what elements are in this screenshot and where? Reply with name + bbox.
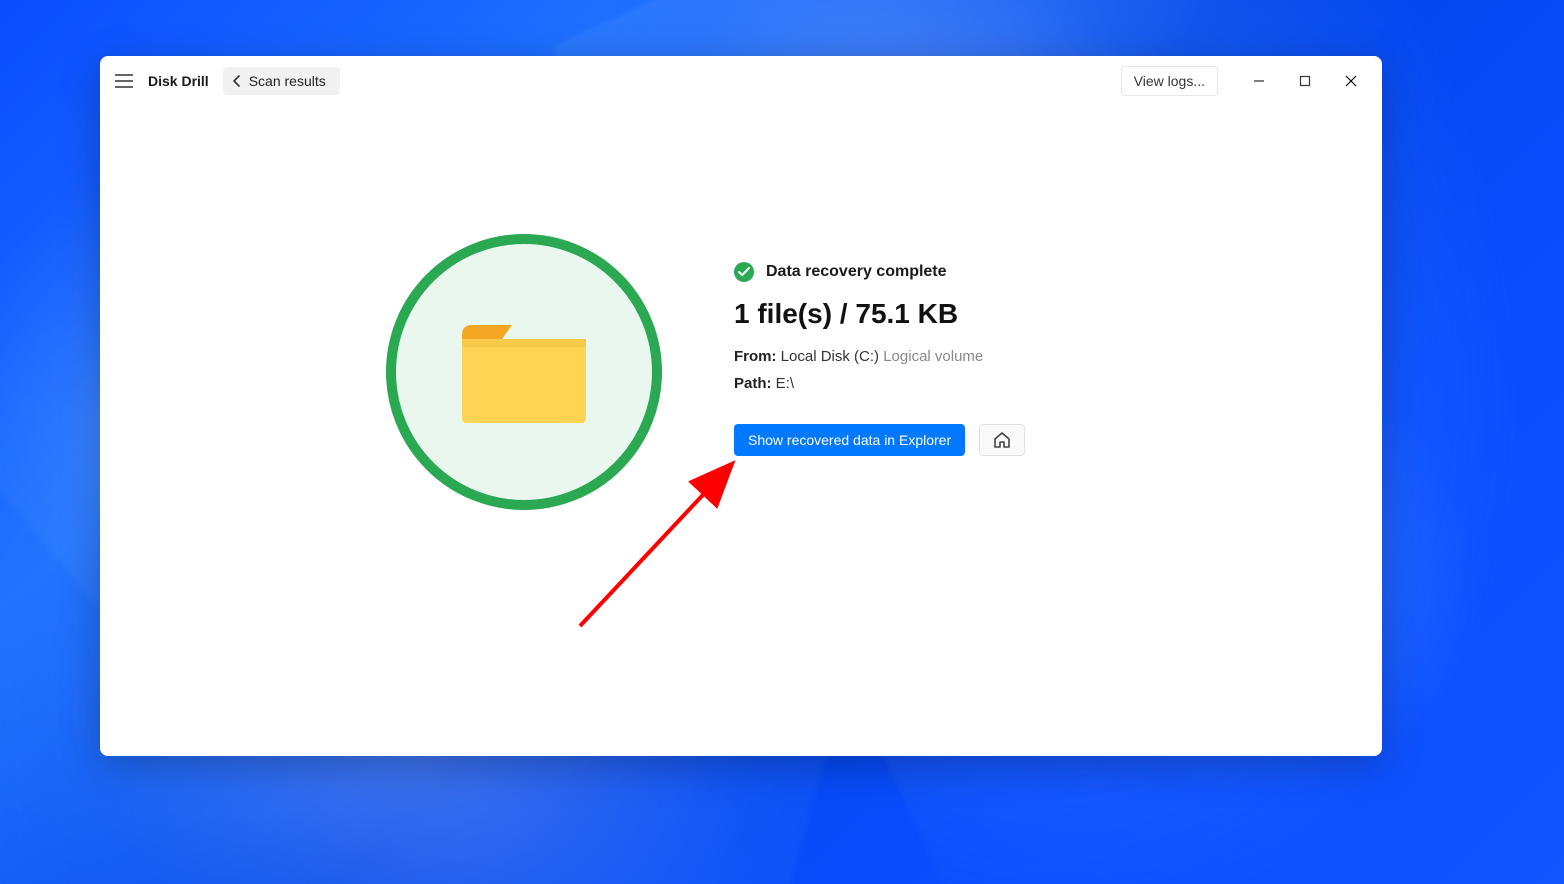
home-button[interactable] <box>979 424 1025 456</box>
maximize-icon <box>1299 75 1311 87</box>
recovery-summary: 1 file(s) / 75.1 KB <box>734 298 1025 330</box>
minimize-icon <box>1253 75 1265 87</box>
maximize-button[interactable] <box>1282 65 1328 97</box>
app-title: Disk Drill <box>148 73 209 89</box>
back-button[interactable]: Scan results <box>223 67 340 95</box>
path-value: E:\ <box>776 375 794 392</box>
path-label: Path: <box>734 375 772 392</box>
from-sub: Logical volume <box>883 348 983 365</box>
content-area: Data recovery complete 1 file(s) / 75.1 … <box>100 106 1382 756</box>
home-icon <box>993 431 1011 449</box>
title-bar: Disk Drill Scan results View logs... <box>100 56 1382 106</box>
path-line: Path: E:\ <box>734 375 1025 392</box>
hamburger-icon <box>115 74 133 88</box>
back-label: Scan results <box>249 73 326 89</box>
from-line: From: Local Disk (C:) Logical volume <box>734 348 1025 365</box>
status-text: Data recovery complete <box>766 263 947 281</box>
chevron-left-icon <box>233 75 241 87</box>
from-value: Local Disk (C:) <box>781 348 879 365</box>
show-in-explorer-button[interactable]: Show recovered data in Explorer <box>734 424 965 456</box>
view-logs-button[interactable]: View logs... <box>1121 66 1218 96</box>
minimize-button[interactable] <box>1236 65 1282 97</box>
app-window: Disk Drill Scan results View logs... <box>100 56 1382 756</box>
success-folder-badge <box>386 234 662 510</box>
from-label: From: <box>734 348 777 365</box>
window-controls <box>1236 65 1374 97</box>
close-button[interactable] <box>1328 65 1374 97</box>
status-line: Data recovery complete <box>734 262 1025 282</box>
folder-icon <box>458 317 590 427</box>
check-icon <box>734 262 754 282</box>
close-icon <box>1345 75 1357 87</box>
menu-button[interactable] <box>108 65 140 97</box>
